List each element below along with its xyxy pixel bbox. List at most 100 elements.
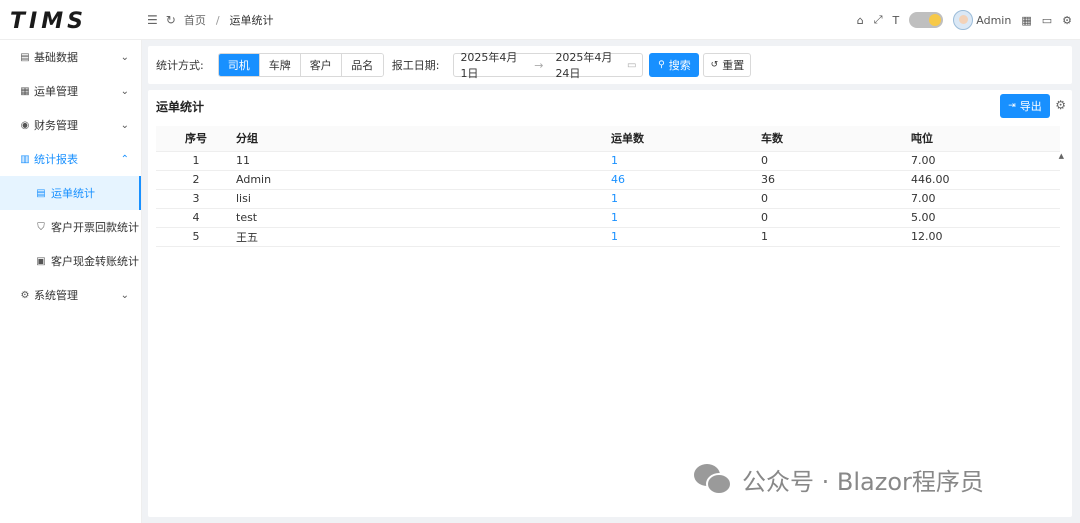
sidebar-item-label: 运单管理 xyxy=(34,85,78,98)
mode-plate-button[interactable]: 车牌 xyxy=(259,54,301,76)
fullscreen-icon[interactable]: ⤢ xyxy=(874,13,883,27)
cell-waybills-link[interactable]: 1 xyxy=(611,189,761,209)
grid-icon[interactable]: ▦ xyxy=(1021,14,1031,27)
grid-icon: ▦ xyxy=(20,85,30,97)
header-group[interactable]: 分组 xyxy=(236,126,611,152)
sun-icon xyxy=(929,14,942,26)
export-button[interactable]: ⇥ 导出 xyxy=(1000,94,1050,118)
table-row: 4 test 1 0 5.00 xyxy=(156,208,1060,228)
top-bar: TIMS ☰ ↻ 首页 / 运单统计 ⌂ ⤢ T Admin ▦ ▭ ⚙ xyxy=(0,0,1080,40)
cell-tonnage: 7.00 xyxy=(911,189,1060,209)
sidebar: ▤ 基础数据 ⌄ ▦ 运单管理 ⌄ ◉ 财务管理 ⌄ ▥ 统计报表 ⌃ ▤ 运单… xyxy=(0,40,142,523)
chevron-down-icon: ⌄ xyxy=(120,85,129,97)
cell-index: 1 xyxy=(156,151,236,171)
filter-panel: 统计方式: 司机 车牌 客户 品名 报工日期: 2025年4月1日 → 2025… xyxy=(148,46,1072,84)
sidebar-item-basic-data[interactable]: ▤ 基础数据 ⌄ xyxy=(0,40,141,74)
sidebar-item-system[interactable]: ⚙ 系统管理 ⌄ xyxy=(0,278,141,312)
cell-waybills-link[interactable]: 46 xyxy=(611,170,761,190)
cell-tonnage: 446.00 xyxy=(911,170,1060,190)
coin-icon: ◉ xyxy=(20,119,30,131)
date-end[interactable]: 2025年4月24日 xyxy=(555,49,623,81)
search-icon: ⚲ xyxy=(658,60,665,70)
user-name: Admin xyxy=(976,13,1012,27)
tims-logo[interactable]: TIMS xyxy=(8,8,120,34)
list-icon: ▤ xyxy=(20,51,30,63)
table-row: 1 11 1 0 7.00 xyxy=(156,151,1060,171)
font-size-icon[interactable]: T xyxy=(893,14,900,27)
export-button-label: 导出 xyxy=(1019,100,1042,113)
avatar xyxy=(953,10,974,30)
cell-waybills-link[interactable]: 1 xyxy=(611,227,761,247)
cell-waybills-link[interactable]: 1 xyxy=(611,151,761,171)
cell-group: test xyxy=(236,208,611,228)
table-row: 5 王五 1 1 12.00 xyxy=(156,227,1060,247)
header-waybills[interactable]: 运单数 xyxy=(611,126,761,152)
cell-group: lisi xyxy=(236,189,611,209)
window-icon[interactable]: ▭ xyxy=(1042,14,1052,27)
sidebar-item-reports[interactable]: ▥ 统计报表 ⌃ xyxy=(0,142,141,176)
sidebar-item-finance[interactable]: ◉ 财务管理 ⌄ xyxy=(0,108,141,142)
sidebar-subitem-label: 客户开票回款统计 xyxy=(51,221,139,234)
mode-driver-button[interactable]: 司机 xyxy=(218,54,260,76)
refresh-icon[interactable]: ↻ xyxy=(166,13,176,27)
header-index[interactable]: 序号 xyxy=(156,126,236,152)
cell-group: 11 xyxy=(236,151,611,171)
date-start[interactable]: 2025年4月1日 xyxy=(460,49,522,81)
sidebar-subitem-invoice-stats[interactable]: ⛉ 客户开票回款统计 xyxy=(0,210,141,244)
chevron-up-icon: ⌃ xyxy=(120,153,129,165)
sidebar-item-waybill-mgmt[interactable]: ▦ 运单管理 ⌄ xyxy=(0,74,141,108)
user-menu[interactable]: Admin xyxy=(953,10,1011,30)
bar-chart-icon: ▥ xyxy=(20,153,30,165)
cell-group: 王五 xyxy=(236,227,611,247)
table-settings-icon[interactable]: ⚙ xyxy=(1055,98,1066,112)
cell-tonnage: 5.00 xyxy=(911,208,1060,228)
watermark-text: 公众号 · Blazor程序员 xyxy=(742,468,984,496)
topbar-left: ☰ ↻ 首页 / 运单统计 xyxy=(147,0,274,40)
chevron-down-icon: ⌄ xyxy=(120,289,129,301)
cell-waybills-link[interactable]: 1 xyxy=(611,208,761,228)
sidebar-item-label: 统计报表 xyxy=(34,153,78,166)
topbar-right: ⌂ ⤢ T Admin ▦ ▭ ⚙ xyxy=(857,0,1072,40)
date-range-picker[interactable]: 2025年4月1日 → 2025年4月24日 ▭ xyxy=(453,51,644,80)
menu-collapse-icon[interactable]: ☰ xyxy=(147,13,158,27)
home-icon[interactable]: ⌂ xyxy=(857,14,864,27)
table-icon: ▤ xyxy=(36,187,46,199)
breadcrumb-home[interactable]: 首页 xyxy=(184,12,206,28)
header-tonnage[interactable]: 吨位 xyxy=(911,126,1060,152)
header-cars[interactable]: 车数 xyxy=(761,126,911,152)
chevron-down-icon: ⌄ xyxy=(120,51,129,63)
export-icon: ⇥ xyxy=(1008,101,1016,111)
mode-customer-button[interactable]: 客户 xyxy=(300,54,342,76)
stat-mode-label: 统计方式: xyxy=(156,59,204,72)
sidebar-item-label: 财务管理 xyxy=(34,119,78,132)
chevron-down-icon: ⌄ xyxy=(120,119,129,131)
table-row: 2 Admin 46 36 446.00 xyxy=(156,170,1060,190)
table-header-row: 序号 分组 运单数 车数 吨位 xyxy=(156,126,1060,152)
reset-button[interactable]: ↺ 重置 xyxy=(703,53,752,77)
gear-icon[interactable]: ⚙ xyxy=(1062,14,1072,27)
sidebar-subitem-cash-stats[interactable]: ▣ 客户现金转账统计 xyxy=(0,244,141,278)
sidebar-item-label: 系统管理 xyxy=(34,289,78,302)
stat-mode-segmented: 司机 车牌 客户 品名 xyxy=(217,53,384,77)
theme-toggle[interactable] xyxy=(909,12,944,28)
cell-index: 4 xyxy=(156,208,236,228)
cell-group: Admin xyxy=(236,170,611,190)
stats-table: 序号 分组 运单数 车数 吨位 1 11 1 0 7.00 2 Admin 46… xyxy=(156,126,1060,247)
stats-card: 运单统计 ⇥ 导出 ⚙ 序号 分组 运单数 车数 吨位 1 11 1 0 7.0… xyxy=(148,90,1072,517)
cell-tonnage: 7.00 xyxy=(911,151,1060,171)
cell-index: 5 xyxy=(156,227,236,247)
sidebar-subitem-waybill-stats[interactable]: ▤ 运单统计 xyxy=(0,176,141,210)
shield-icon: ⛉ xyxy=(37,221,45,233)
date-arrow: → xyxy=(534,58,544,72)
sidebar-subitem-label: 运单统计 xyxy=(51,187,95,200)
cell-index: 2 xyxy=(156,170,236,190)
reset-button-label: 重置 xyxy=(722,59,745,72)
cell-cars: 0 xyxy=(761,189,911,209)
cell-tonnage: 12.00 xyxy=(911,227,1060,247)
breadcrumb-separator: / xyxy=(215,13,220,27)
wechat-icon xyxy=(694,463,734,496)
scroll-up-arrow[interactable]: ▲ xyxy=(1059,152,1064,160)
mode-product-button[interactable]: 品名 xyxy=(341,54,383,76)
search-button[interactable]: ⚲ 搜索 xyxy=(649,53,700,77)
cell-cars: 0 xyxy=(761,151,911,171)
